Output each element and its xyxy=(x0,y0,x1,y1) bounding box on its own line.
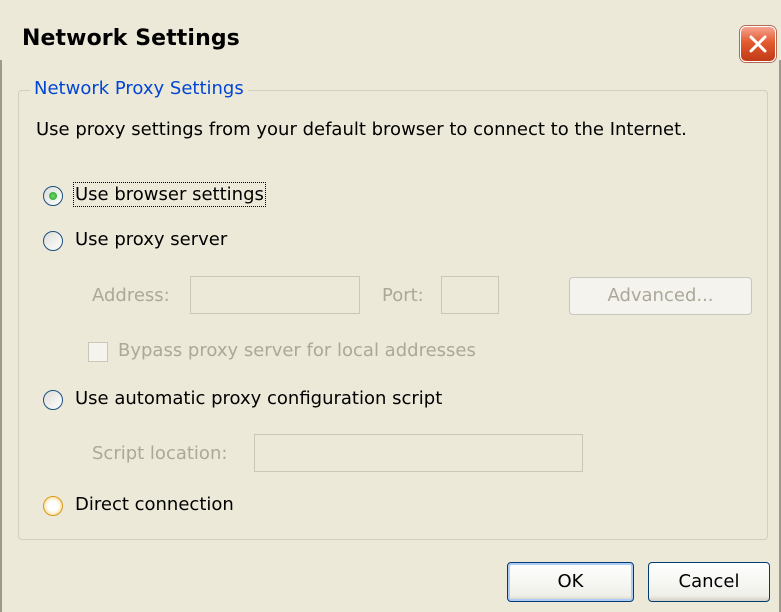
address-input[interactable] xyxy=(190,276,360,314)
auto-proxy-script-radio[interactable] xyxy=(43,390,63,410)
auto-proxy-script-label[interactable]: Use automatic proxy configuration script xyxy=(75,388,442,409)
window-title: Network Settings xyxy=(22,26,240,51)
bypass-label[interactable]: Bypass proxy server for local addresses xyxy=(118,340,476,361)
script-location-label: Script location: xyxy=(92,443,228,464)
port-input[interactable] xyxy=(441,276,499,314)
close-button[interactable] xyxy=(740,26,776,62)
proxy-server-radio[interactable] xyxy=(43,231,63,251)
direct-connection-radio[interactable] xyxy=(43,496,63,516)
description-text: Use proxy settings from your default bro… xyxy=(36,119,687,140)
advanced-button[interactable]: Advanced... xyxy=(569,277,752,315)
port-label: Port: xyxy=(382,285,424,306)
address-label: Address: xyxy=(92,285,170,306)
ok-button[interactable]: OK xyxy=(507,562,634,602)
close-icon xyxy=(749,35,767,53)
proxy-server-label[interactable]: Use proxy server xyxy=(75,229,227,250)
title-bar: Network Settings xyxy=(0,0,781,80)
group-legend: Network Proxy Settings xyxy=(30,78,248,99)
proxy-settings-group xyxy=(18,90,768,540)
browser-settings-radio[interactable] xyxy=(43,186,63,206)
cancel-button[interactable]: Cancel xyxy=(648,562,770,602)
browser-settings-label[interactable]: Use browser settings xyxy=(73,182,266,207)
script-location-input[interactable] xyxy=(254,434,583,472)
bypass-checkbox[interactable] xyxy=(88,342,108,362)
window-border-left xyxy=(0,60,2,612)
direct-connection-label[interactable]: Direct connection xyxy=(75,494,234,515)
